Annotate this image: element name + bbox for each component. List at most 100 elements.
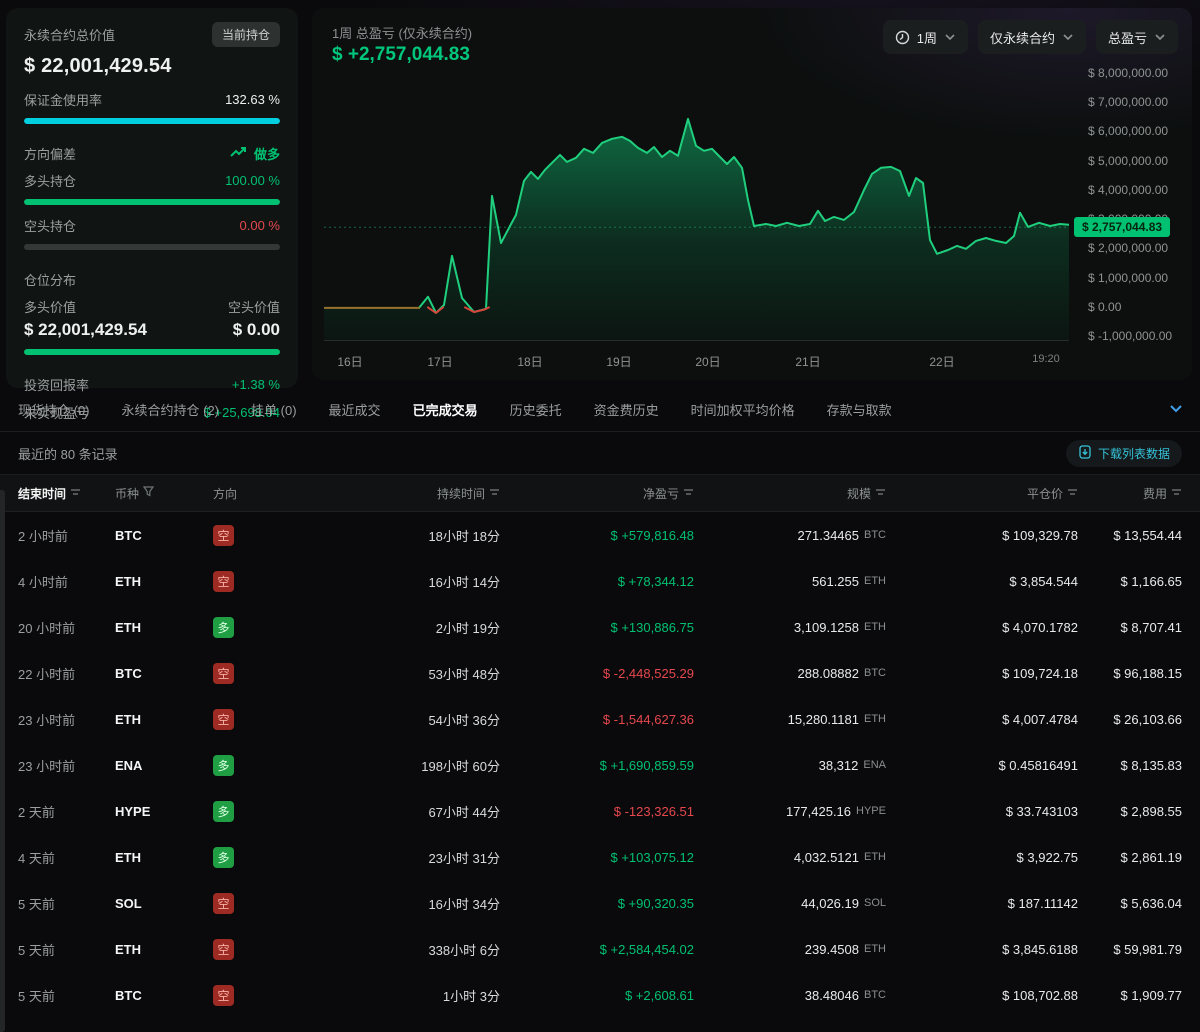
table-scrollbar[interactable] xyxy=(0,490,5,1032)
col-header[interactable]: 费用 xyxy=(1078,485,1182,502)
table-row[interactable]: 5 天前 SOL 空 16小时 34分 $ +90,320.35 44,026.19 SOL… xyxy=(0,880,1200,926)
close-price-cell: $ 108,702.88 xyxy=(1002,987,1078,1003)
direction-cell: 多 xyxy=(213,754,273,776)
table-row[interactable]: 4 天前 ETH 多 23小时 31分 $ +103,075.12 4,032.5121 E… xyxy=(0,834,1200,880)
records-count-label: 最近的 80 条记录 xyxy=(18,446,118,462)
y-tick: $ 4,000,000.00 xyxy=(1088,182,1169,197)
current-pnl-tag: $ 2,757,044.83 xyxy=(1074,217,1171,238)
coin-cell: SOL xyxy=(115,895,142,911)
chevron-down-icon xyxy=(944,31,956,43)
end-time-cell: 5 天前 xyxy=(18,942,55,958)
x-tick: 16日 xyxy=(337,355,363,369)
range-dropdown[interactable]: 1周 xyxy=(882,20,968,54)
col-header[interactable]: 平仓价 xyxy=(886,485,1078,502)
sort-icon[interactable] xyxy=(875,486,886,500)
table-row[interactable]: 20 小时前 ETH 多 2小时 19分 $ +130,886.75 3,109.1258… xyxy=(0,604,1200,650)
duration-cell: 1小时 3分 xyxy=(442,988,500,1004)
table-row[interactable]: 4 小时前 ETH 空 16小时 14分 $ +78,344.12 561.255 ETH $… xyxy=(0,558,1200,604)
size-cell: 15,280.1181 ETH xyxy=(787,711,886,727)
direction-badge: 多 xyxy=(213,846,234,868)
end-time-cell: 23 小时前 xyxy=(18,712,76,728)
fee-cell: $ 2,861.19 xyxy=(1120,849,1182,865)
size-cell: 177,425.16 HYPE xyxy=(785,803,886,819)
fee-cell: $ 59,981.79 xyxy=(1113,941,1182,957)
sort-icon[interactable] xyxy=(683,486,694,500)
coin-cell: BTC xyxy=(115,665,142,681)
fee-cell: $ 8,707.41 xyxy=(1120,619,1182,635)
size-cell: 3,109.1258 ETH xyxy=(793,619,886,635)
net-pnl-cell: $ -2,448,525.29 xyxy=(602,665,694,681)
collapse-chevron-icon[interactable] xyxy=(1168,400,1184,419)
net-pnl-cell: $ -1,544,627.36 xyxy=(602,711,694,727)
x-tick: 20日 xyxy=(695,355,721,369)
direction-badge: 多 xyxy=(213,616,234,638)
tab-open-orders[interactable]: 挂单 (0) xyxy=(251,400,297,419)
table-row[interactable]: 23 小时前 ETH 空 54小时 36分 $ -1,544,627.36 15,280.… xyxy=(0,696,1200,742)
duration-cell: 53小时 48分 xyxy=(428,666,500,682)
end-time-cell: 22 小时前 xyxy=(18,666,76,682)
col-header[interactable]: 规模 xyxy=(694,485,886,502)
tab-twap[interactable]: 时间加权平均价格 xyxy=(691,400,795,419)
fee-cell: $ 2,898.55 xyxy=(1120,803,1182,819)
end-time-cell: 2 天前 xyxy=(18,804,55,820)
table-row[interactable]: 22 小时前 BTC 空 53小时 48分 $ -2,448,525.29 288.088… xyxy=(0,650,1200,696)
y-tick: $ 6,000,000.00 xyxy=(1088,124,1169,139)
col-header[interactable]: 结束时间 xyxy=(18,485,115,502)
download-list-button[interactable]: 下载列表数据 xyxy=(1065,439,1182,467)
net-pnl-cell: $ +90,320.35 xyxy=(617,895,694,911)
close-price-cell: $ 0.45816491 xyxy=(998,757,1078,773)
close-price-cell: $ 3,854.544 xyxy=(1009,573,1078,589)
tab-order-history[interactable]: 历史委托 xyxy=(510,400,562,419)
table-row[interactable]: 2 小时前 BTC 空 18小时 18分 $ +579,816.48 271.34465 B… xyxy=(0,512,1200,558)
direction-badge: 多 xyxy=(213,800,234,822)
sort-icon[interactable] xyxy=(489,486,500,500)
col-header[interactable]: 净盈亏 xyxy=(500,485,694,502)
margin-usage-label: 保证金使用率 xyxy=(24,93,103,108)
sort-icon[interactable] xyxy=(1171,486,1182,500)
distribution-bar xyxy=(24,349,280,355)
fee-cell: $ 13,554.44 xyxy=(1113,527,1182,543)
end-time-cell: 4 天前 xyxy=(18,850,55,866)
coin-cell: ETH xyxy=(115,711,141,727)
y-tick: $ 8,000,000.00 xyxy=(1088,65,1169,80)
tab-perp-positions[interactable]: 永续合约持仓 (2) xyxy=(122,400,220,419)
tab-recent-fills[interactable]: 最近成交 xyxy=(329,400,381,419)
net-pnl-cell: $ +78,344.12 xyxy=(617,573,694,589)
table-row[interactable]: 5 天前 ETH 空 338小时 6分 $ +2,584,454.02 239.4508 E… xyxy=(0,926,1200,972)
end-time-cell: 2 小时前 xyxy=(18,528,68,544)
close-price-cell: $ 3,922.75 xyxy=(1016,849,1078,865)
coin-cell: ENA xyxy=(115,757,143,773)
margin-usage-bar xyxy=(24,118,280,124)
portfolio-total-value: $ 22,001,429.54 xyxy=(24,55,172,77)
filter-icon[interactable] xyxy=(142,486,155,500)
scope-dropdown[interactable]: 仅永续合约 xyxy=(977,20,1086,54)
table-row[interactable]: 2 天前 HYPE 多 67小时 44分 $ -123,326.51 177,425.16… xyxy=(0,788,1200,834)
pnl-area-chart[interactable]: 16日 17日 18日 19日 20日 21日 22日 19:20 xyxy=(324,68,1069,369)
tab-spot-positions[interactable]: 现货持仓 (0) xyxy=(18,400,90,419)
end-time-cell: 4 小时前 xyxy=(18,574,68,590)
col-header[interactable]: 持续时间 xyxy=(273,485,500,502)
sort-icon[interactable] xyxy=(70,486,81,500)
close-price-cell: $ 4,070.1782 xyxy=(1002,619,1078,635)
pnl-chart-panel: 1周 总盈亏 (仅永续合约) $ +2,757,044.83 1周 仅永续合约 总盈… xyxy=(312,8,1192,380)
direction-badge: 空 xyxy=(213,524,234,546)
col-header[interactable]: 币种 xyxy=(115,485,213,502)
table-row[interactable]: 23 小时前 ENA 多 198小时 60分 $ +1,690,859.59 38,312… xyxy=(0,742,1200,788)
table-body: 2 小时前 BTC 空 18小时 18分 $ +579,816.48 271.34465 B… xyxy=(0,512,1200,1018)
direction-badge: 空 xyxy=(213,938,234,960)
tab-completed-trades[interactable]: 已完成交易 xyxy=(413,400,478,419)
col-header[interactable]: 方向 xyxy=(213,485,273,502)
x-tick: 17日 xyxy=(427,355,453,369)
table-header: 结束时间 币种 方向 持续时间 净盈亏 规模 平仓价 费用 xyxy=(0,474,1200,512)
tab-funding-history[interactable]: 资金费历史 xyxy=(594,400,659,419)
records-row: 最近的 80 条记录 下载列表数据 xyxy=(0,432,1200,474)
metric-dropdown[interactable]: 总盈亏 xyxy=(1095,20,1178,54)
end-time-cell: 20 小时前 xyxy=(18,620,76,636)
x-tick: 21日 xyxy=(795,355,821,369)
coin-cell: BTC xyxy=(115,987,142,1003)
size-cell: 239.4508 ETH xyxy=(804,941,886,957)
sort-icon[interactable] xyxy=(1067,486,1078,500)
table-row[interactable]: 5 天前 BTC 空 1小时 3分 $ +2,608.61 38.48046 BTC $ 10… xyxy=(0,972,1200,1018)
long-value-label: 多头价值 xyxy=(24,300,77,315)
tab-deposits-withdrawals[interactable]: 存款与取款 xyxy=(827,400,892,419)
